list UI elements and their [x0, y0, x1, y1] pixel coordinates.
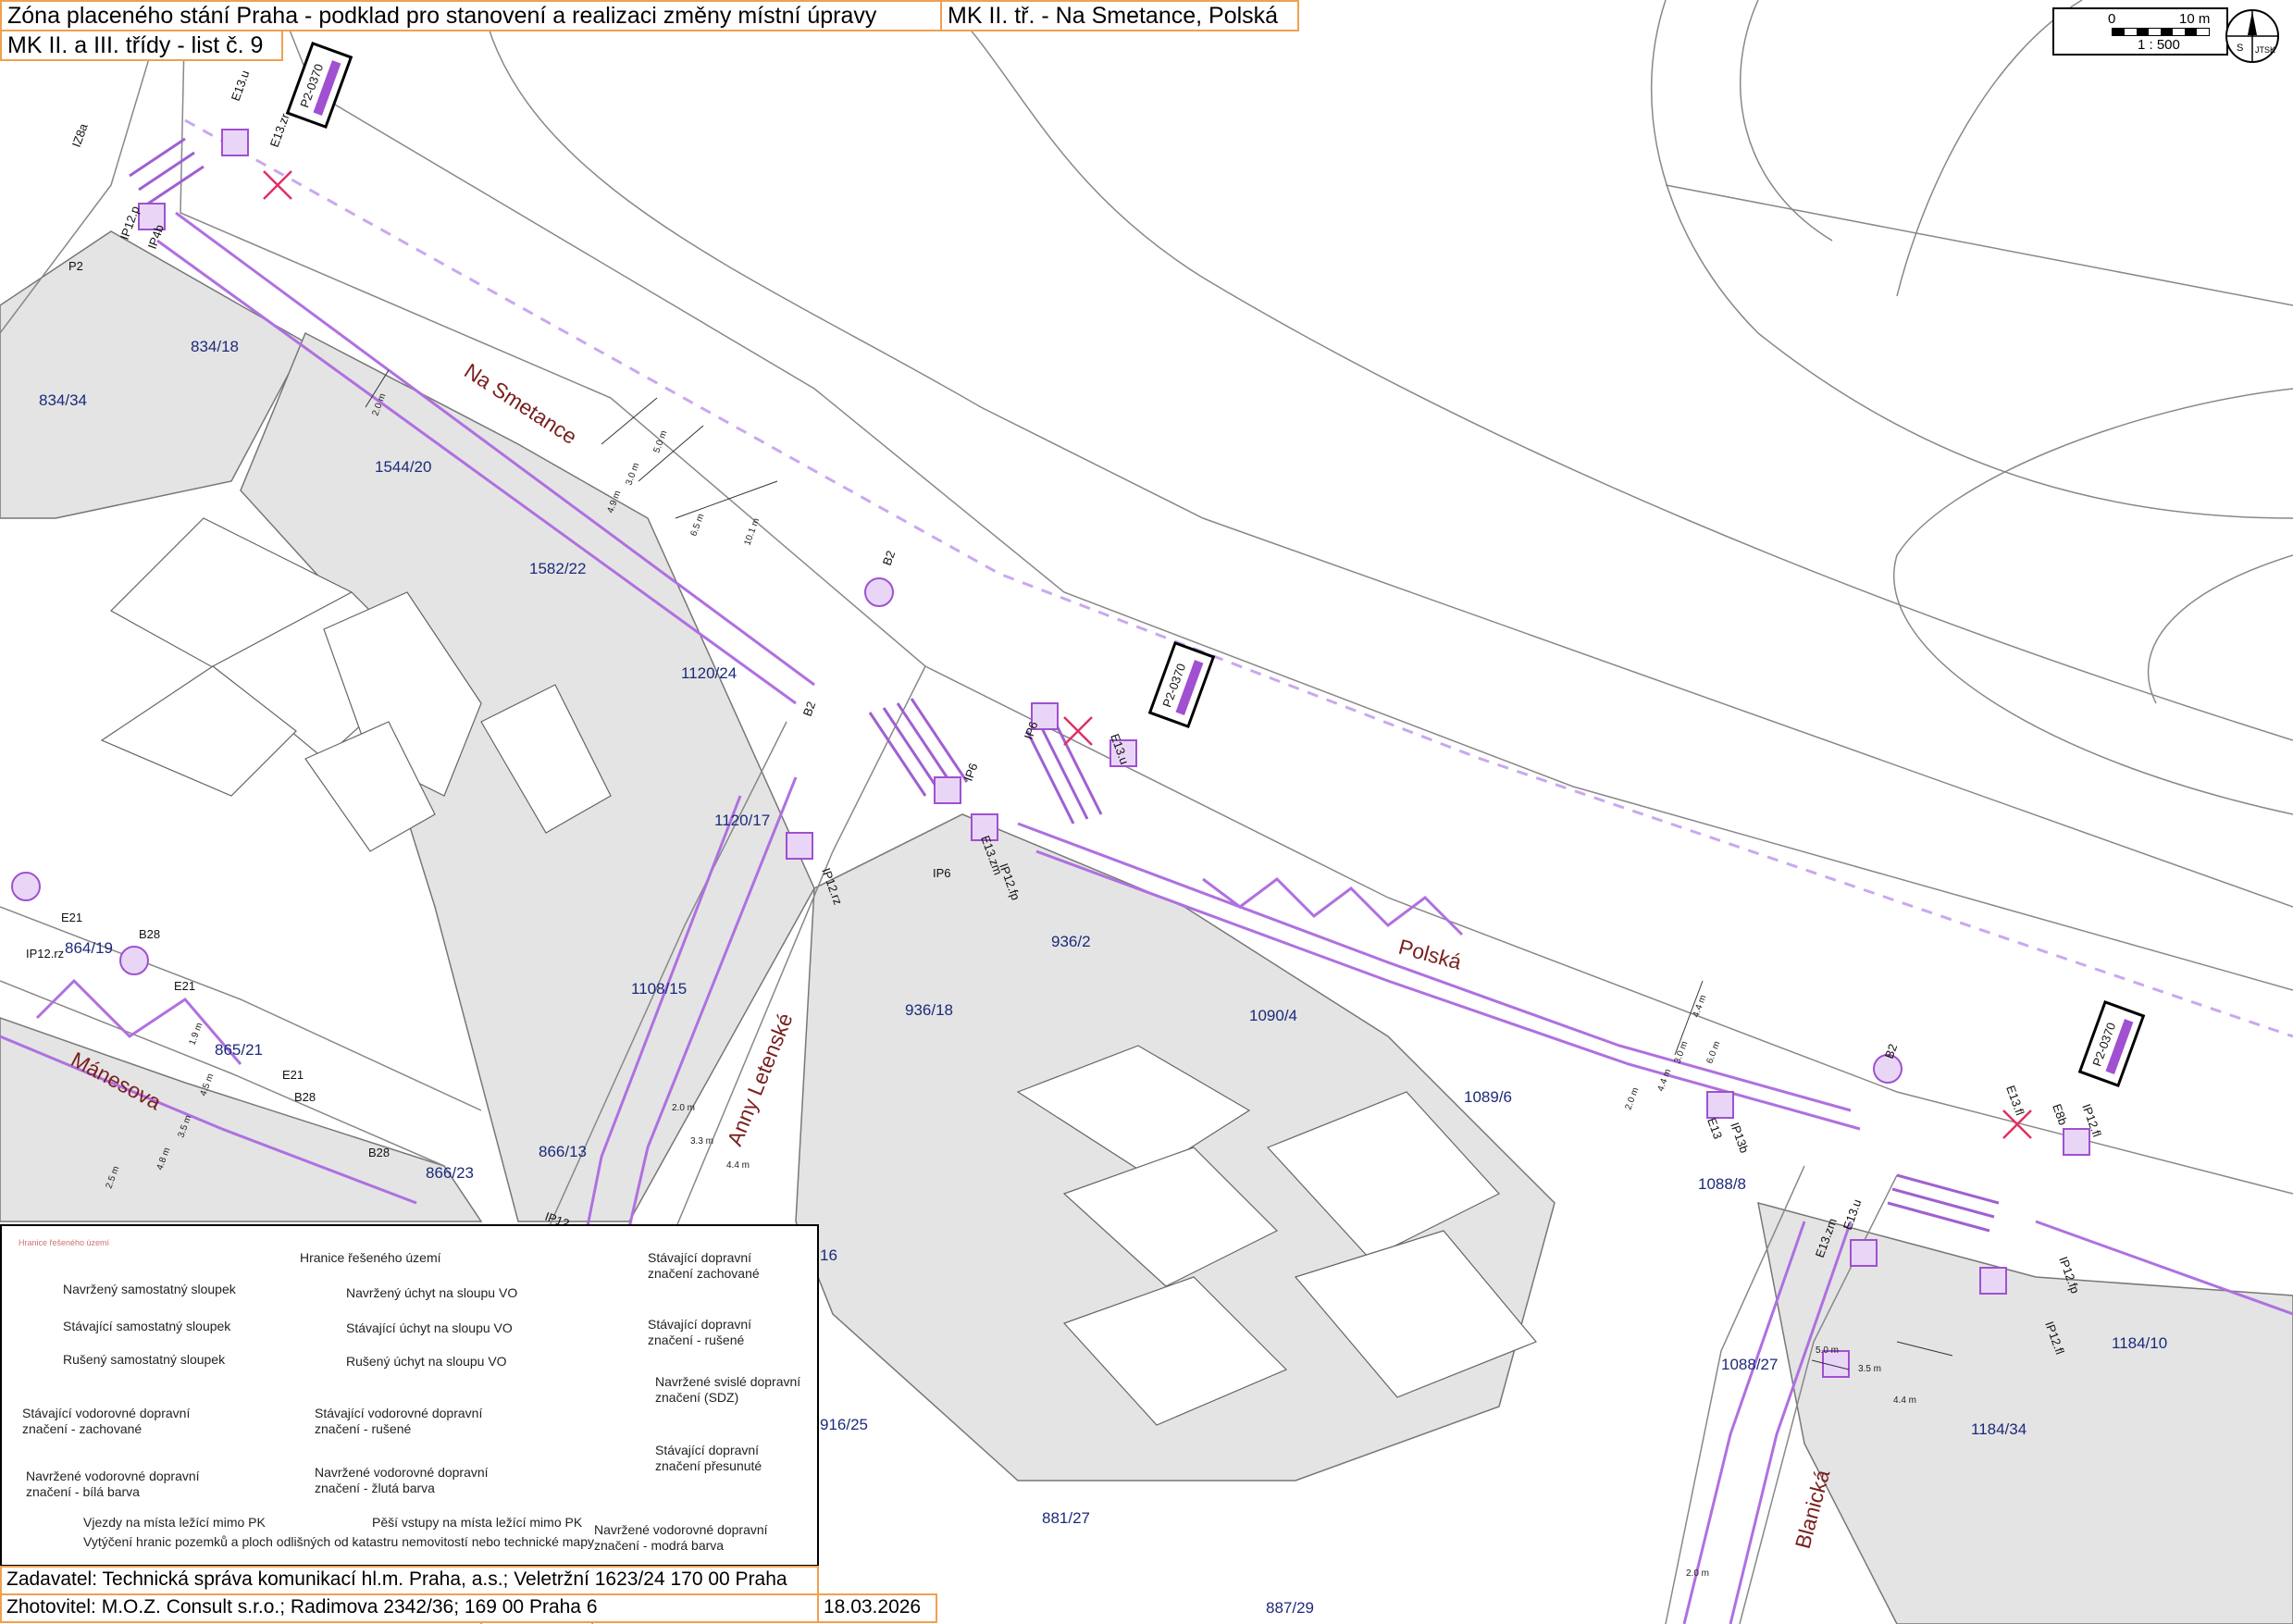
north-jtsk: JTSK — [2255, 45, 2276, 55]
svg-text:IZ8a: IZ8a — [69, 121, 91, 149]
svg-text:2.0 m: 2.0 m — [1686, 1568, 1709, 1579]
svg-text:865/21: 865/21 — [215, 1041, 263, 1059]
svg-text:1108/15: 1108/15 — [631, 980, 687, 998]
svg-text:4.4 m: 4.4 m — [726, 1160, 750, 1171]
svg-text:E13.zr: E13.zr — [267, 111, 292, 149]
svg-text:887/29: 887/29 — [1266, 1599, 1314, 1617]
svg-text:1088/27: 1088/27 — [1721, 1356, 1778, 1373]
sign-board-2: P2-0370 — [1147, 640, 1216, 729]
svg-text:B2: B2 — [880, 549, 899, 567]
svg-text:864/19: 864/19 — [65, 939, 113, 957]
footer-contractor: Zhotovitel: M.O.Z. Consult s.r.o.; Radim… — [0, 1593, 819, 1623]
svg-text:866/23: 866/23 — [426, 1164, 474, 1182]
svg-text:1582/22: 1582/22 — [529, 560, 586, 577]
svg-text:4.4 m: 4.4 m — [1691, 994, 1708, 1019]
legend: Hranice řešeného území Hranice řešeného … — [0, 1224, 819, 1567]
north-arrow: S JTSK — [2224, 7, 2281, 65]
svg-text:E21: E21 — [61, 911, 82, 924]
svg-text:2.0 m: 2.0 m — [1623, 1086, 1641, 1111]
svg-text:B28: B28 — [368, 1146, 390, 1159]
scale-zero: 0 — [2108, 11, 2116, 27]
svg-text:1184/10: 1184/10 — [2112, 1334, 2167, 1352]
svg-text:1089/6: 1089/6 — [1464, 1088, 1512, 1106]
svg-text:1120/17: 1120/17 — [714, 812, 770, 829]
svg-text:1090/4: 1090/4 — [1249, 1007, 1297, 1024]
svg-text:1544/20: 1544/20 — [375, 458, 431, 476]
scale-bar-graphic — [2112, 28, 2210, 36]
svg-text:IP12.rz: IP12.rz — [26, 947, 64, 961]
svg-text:3.0 m: 3.0 m — [624, 462, 641, 487]
footer-date: 18.03.2026 — [817, 1593, 937, 1623]
svg-text:B28: B28 — [294, 1090, 316, 1104]
scale-ten: 10 m — [2179, 11, 2211, 27]
svg-text:IP13b: IP13b — [1728, 1121, 1752, 1155]
svg-text:E8b: E8b — [2050, 1102, 2070, 1127]
svg-text:P2: P2 — [68, 259, 83, 273]
svg-text:834/34: 834/34 — [39, 391, 87, 409]
svg-text:IP6: IP6 — [961, 762, 981, 783]
svg-text:E21: E21 — [282, 1068, 304, 1082]
sign-board-1: P2-0370 — [285, 41, 353, 130]
footer-client: Zadavatel: Technická správa komunikací h… — [0, 1566, 819, 1595]
svg-text:866/13: 866/13 — [539, 1143, 587, 1160]
svg-text:16: 16 — [820, 1246, 837, 1264]
svg-text:1184/34: 1184/34 — [1971, 1420, 2027, 1438]
svg-text:1120/24: 1120/24 — [681, 664, 737, 682]
sheet-number: MK II. a III. třídy - list č. 9 — [0, 30, 283, 61]
drawing-location: MK II. tř. - Na Smetance, Polská — [940, 0, 1299, 31]
svg-text:E13.u: E13.u — [1841, 1197, 1865, 1232]
svg-text:6.0 m: 6.0 m — [1704, 1040, 1722, 1065]
svg-text:B28: B28 — [139, 927, 160, 941]
svg-text:10.1 m: 10.1 m — [742, 517, 762, 547]
svg-text:5.0 m: 5.0 m — [651, 429, 669, 454]
svg-text:E13: E13 — [1704, 1116, 1725, 1141]
svg-text:5.0 m: 5.0 m — [1816, 1345, 1839, 1356]
street-blanicka: Blanická — [1791, 1467, 1835, 1551]
svg-text:4.4 m: 4.4 m — [1893, 1395, 1916, 1406]
svg-text:1.9 m: 1.9 m — [187, 1022, 205, 1047]
svg-text:E21: E21 — [174, 979, 195, 993]
svg-text:916/25: 916/25 — [820, 1416, 868, 1433]
svg-text:B2: B2 — [800, 700, 819, 718]
svg-text:1088/8: 1088/8 — [1698, 1175, 1746, 1193]
svg-text:E13.fl: E13.fl — [2003, 1084, 2027, 1117]
scale-bar: 0 10 m 1 : 500 — [2052, 7, 2228, 56]
svg-text:881/27: 881/27 — [1042, 1509, 1090, 1527]
svg-text:3.3 m: 3.3 m — [690, 1136, 713, 1147]
drawing-title: Zóna placeného stání Praha - podklad pro… — [0, 0, 942, 31]
svg-text:E13.u: E13.u — [229, 68, 253, 103]
svg-text:2.0 m: 2.0 m — [672, 1103, 695, 1113]
svg-text:6.5 m: 6.5 m — [688, 513, 706, 538]
svg-text:3.0 m: 3.0 m — [1672, 1040, 1690, 1065]
svg-text:936/2: 936/2 — [1051, 933, 1091, 950]
svg-text:IP6: IP6 — [933, 866, 951, 880]
svg-text:3.5 m: 3.5 m — [1858, 1364, 1881, 1374]
scale-ratio: 1 : 500 — [2138, 37, 2180, 53]
north-s: S — [2237, 43, 2244, 54]
svg-text:834/18: 834/18 — [191, 338, 239, 355]
svg-text:936/18: 936/18 — [905, 1001, 953, 1019]
sign-board-3: P2-0370 — [2077, 999, 2146, 1088]
